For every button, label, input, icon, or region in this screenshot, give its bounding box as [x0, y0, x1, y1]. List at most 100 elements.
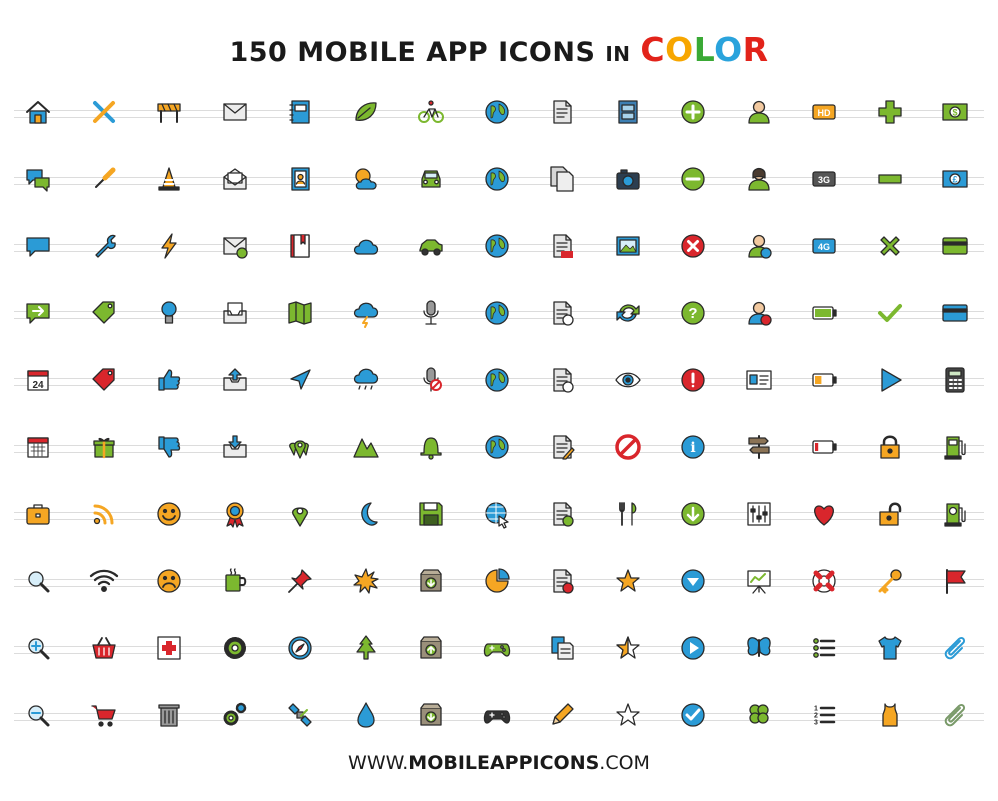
picture-icon: [608, 226, 648, 266]
chat-bubbles-icon: [18, 159, 58, 199]
tshirt-icon: [870, 628, 910, 668]
speech-bubble-icon: [18, 226, 58, 266]
bell-icon: [411, 427, 451, 467]
url-domain: MOBILEAPPICONS: [408, 752, 600, 774]
battery-half-icon: [804, 360, 844, 400]
icon-row: ?: [0, 293, 998, 333]
globe-south-america-icon: [477, 293, 517, 333]
zoom-in-icon: [18, 628, 58, 668]
camera-icon: [608, 159, 648, 199]
shopping-basket-icon: [84, 628, 124, 668]
calendar-date-icon: 24: [18, 360, 58, 400]
light-bulb-icon: [149, 293, 189, 333]
website-url: WWW.MOBILEAPPICONS.COM: [0, 752, 998, 774]
play-circle-icon: [673, 628, 713, 668]
add-document-icon: [542, 494, 582, 534]
calculator-icon: [935, 360, 975, 400]
car-front-icon: [411, 159, 451, 199]
globe-australia-icon: [477, 427, 517, 467]
roadblock-icon: [149, 92, 189, 132]
location-pin-icon: [280, 494, 320, 534]
pencil-icon: [542, 695, 582, 735]
satellite-icon: [280, 695, 320, 735]
mail-forward-icon: [215, 226, 255, 266]
lifebuoy-icon: [804, 561, 844, 601]
key-icon: [870, 561, 910, 601]
film-icon: [608, 92, 648, 132]
svg-text:3G: 3G: [818, 175, 830, 185]
floppy-disk-icon: [411, 494, 451, 534]
alert-circle-icon: [673, 360, 713, 400]
star-outline-icon: [608, 695, 648, 735]
lightning-icon: [149, 226, 189, 266]
heart-icon: [804, 494, 844, 534]
outbox-icon: [215, 360, 255, 400]
delete-document-icon: [542, 561, 582, 601]
svg-text:HD: HD: [818, 108, 831, 118]
icon-grid: HD $3G £4G? 24 i 1 2 3: [0, 0, 998, 801]
url-suffix: .COM: [599, 752, 650, 774]
add-user-icon: [739, 226, 779, 266]
hd-badge-icon: HD: [804, 92, 844, 132]
mute-microphone-icon: [411, 360, 451, 400]
pound-bill-icon: £: [935, 159, 975, 199]
edit-document-icon: [542, 427, 582, 467]
fuel-station-icon: [935, 494, 975, 534]
forbidden-icon: [608, 427, 648, 467]
download-document-icon: [542, 293, 582, 333]
web-cursor-icon: [477, 494, 517, 534]
traffic-cone-icon: [149, 159, 189, 199]
checkmark-icon: [870, 293, 910, 333]
thumbs-down-icon: [149, 427, 189, 467]
svg-text:?: ?: [688, 305, 697, 322]
close-circle-icon: [673, 226, 713, 266]
compass-icon: [280, 628, 320, 668]
3g-badge-icon: 3G: [804, 159, 844, 199]
battery-low-icon: [804, 427, 844, 467]
gear-icon: [215, 628, 255, 668]
info-circle-icon: i: [673, 427, 713, 467]
paperclip-gray-icon: [935, 695, 975, 735]
gas-pump-icon: [935, 427, 975, 467]
sunburst-icon: [346, 561, 386, 601]
mail-icon: [215, 92, 255, 132]
svg-text:1: 1: [814, 706, 818, 713]
star-half-icon: [608, 628, 648, 668]
gift-icon: [84, 427, 124, 467]
minus-icon: [870, 159, 910, 199]
pie-chart-icon: [477, 561, 517, 601]
inbox-icon: [215, 293, 255, 333]
push-pin-icon: [280, 561, 320, 601]
pdf-document-icon: [542, 226, 582, 266]
address-book-icon: [280, 159, 320, 199]
inbox-download-icon: [215, 427, 255, 467]
globe-africa-icon: [477, 159, 517, 199]
star-icon: [608, 561, 648, 601]
car-side-icon: [411, 226, 451, 266]
id-card-icon: [739, 360, 779, 400]
navigation-arrow-icon: [280, 360, 320, 400]
user-female-icon: [739, 159, 779, 199]
smiley-icon: [149, 494, 189, 534]
notebook-icon: [280, 92, 320, 132]
icon-row: [0, 494, 998, 534]
user-icon: [739, 92, 779, 132]
clover-icon: [739, 695, 779, 735]
magnifier-icon: [18, 561, 58, 601]
leaf-icon: [346, 92, 386, 132]
icon-row: 24: [0, 360, 998, 400]
sad-face-icon: [149, 561, 189, 601]
clipboard-icon: [542, 628, 582, 668]
fork-knife-icon: [608, 494, 648, 534]
paperclip-icon: [935, 628, 975, 668]
remove-user-icon: [739, 293, 779, 333]
play-triangle-icon: [870, 360, 910, 400]
4g-badge-icon: 4G: [804, 226, 844, 266]
flag-icon: [935, 561, 975, 601]
wifi-icon: [84, 561, 124, 601]
minus-circle-icon: [673, 159, 713, 199]
game-controller-icon: [477, 628, 517, 668]
first-aid-icon: [149, 628, 189, 668]
tag-icon: [84, 293, 124, 333]
icon-row: [0, 628, 998, 668]
